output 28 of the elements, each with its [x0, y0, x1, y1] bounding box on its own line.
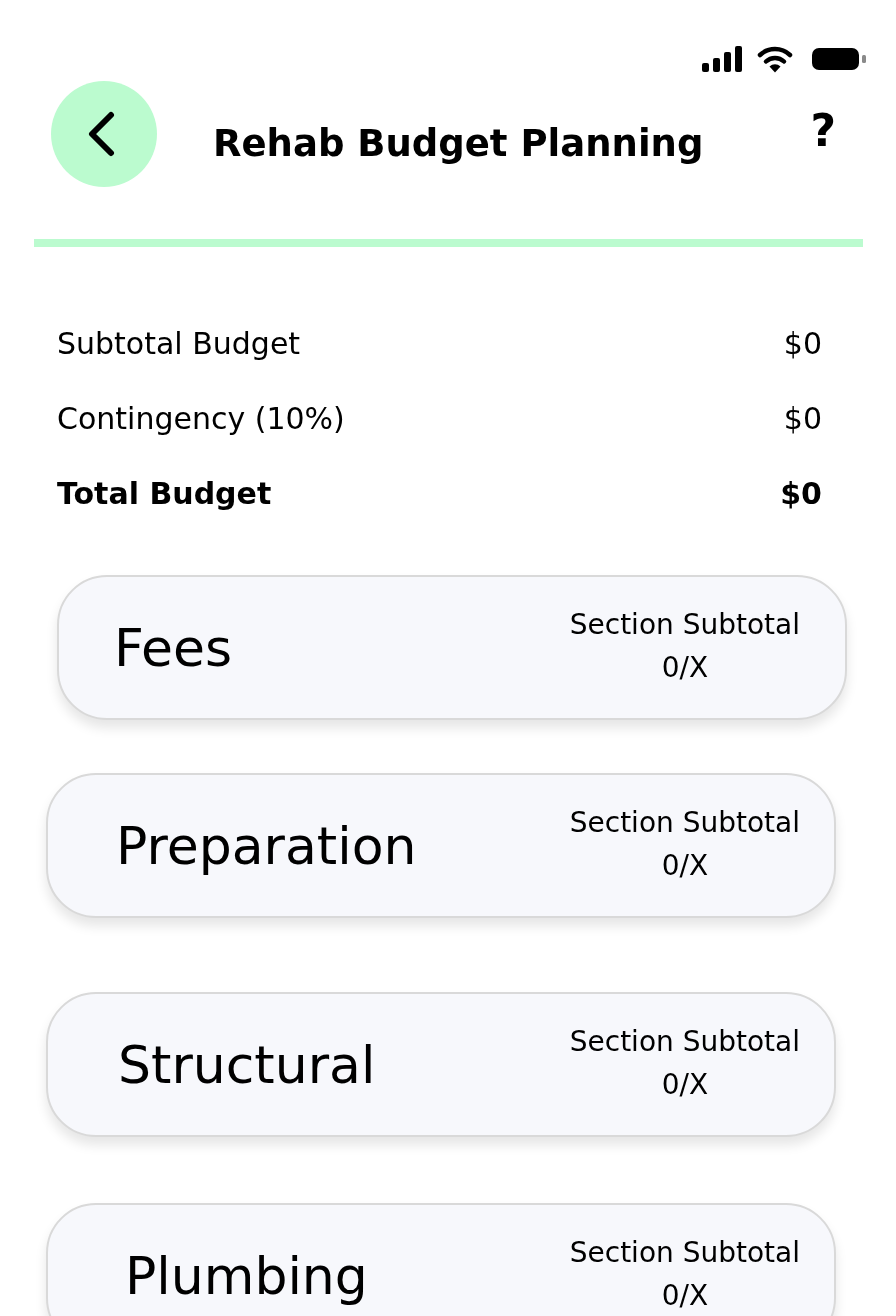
section-title: Preparation [116, 815, 417, 876]
summary-value: $0 [780, 476, 822, 511]
subtotal-value: 0/X [661, 847, 709, 884]
battery-icon [812, 48, 866, 70]
section-card[interactable]: Structural Section Subtotal 0/X [46, 992, 836, 1137]
summary-label: Subtotal Budget [57, 326, 301, 361]
wifi-icon [757, 45, 793, 73]
section-title: Fees [114, 617, 233, 678]
section-card[interactable]: Preparation Section Subtotal 0/X [46, 773, 836, 918]
signal-icon [702, 46, 742, 72]
subtotal-value: 0/X [661, 1066, 709, 1103]
screen-title: Rehab Budget Planning [213, 121, 704, 165]
section-card[interactable]: Fees Section Subtotal 0/X [57, 575, 847, 720]
subtotal-label: Section Subtotal [569, 804, 800, 841]
subtotal-label: Section Subtotal [569, 1023, 800, 1060]
section-title: Structural [118, 1034, 376, 1095]
help-button[interactable]: ? [806, 104, 840, 156]
section-card[interactable]: Plumbing Section Subtotal 0/X [46, 1203, 836, 1316]
summary-value: $0 [783, 401, 822, 436]
summary-label: Total Budget [57, 476, 272, 511]
subtotal-label: Section Subtotal [569, 1234, 800, 1271]
summary-label: Contingency (10%) [57, 401, 345, 436]
subtotal-value: 0/X [661, 1277, 709, 1314]
summary-value: $0 [783, 326, 822, 361]
subtotal-label: Section Subtotal [569, 606, 800, 643]
subtotal-value: 0/X [661, 649, 709, 686]
chevron-left-icon [87, 111, 115, 157]
section-title: Plumbing [125, 1245, 368, 1306]
